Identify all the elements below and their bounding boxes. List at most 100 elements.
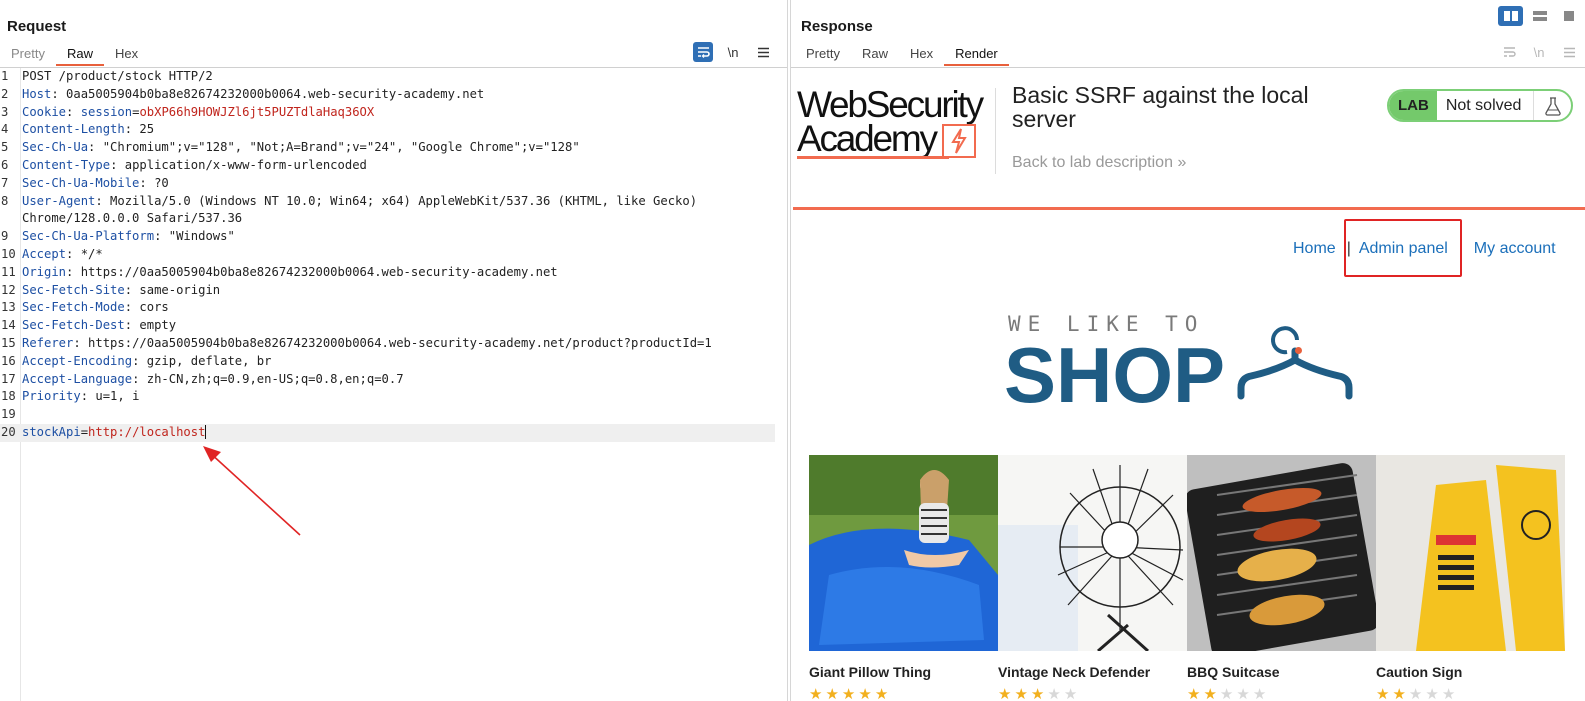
menu-icon[interactable] (753, 42, 773, 62)
header-value: : Mozilla/5.0 (Windows NT 10.0; Win64; x… (95, 193, 698, 208)
raw-request-editor[interactable]: 1 POST /product/stock HTTP/2 2 Host: 0aa500… (0, 68, 787, 701)
product-image-bbq[interactable] (1187, 455, 1376, 651)
back-to-lab-link[interactable]: Back to lab description » (1012, 154, 1186, 172)
request-line[interactable]: 16 Accept-Encoding: gzip, deflate, br (0, 353, 787, 371)
hanger-dot (1295, 347, 1302, 354)
nav-my-account-link[interactable]: My account (1474, 240, 1556, 258)
header-value: : ?0 (139, 175, 169, 190)
header-value: : */* (66, 246, 103, 261)
annotation-highlight-box (1344, 219, 1462, 277)
lab-title: Basic SSRF against the local server (1012, 82, 1309, 132)
hanger-icon (1237, 326, 1353, 400)
header-value: : 0aa5005904b0ba8e82674232000b0064.web-s… (51, 86, 485, 101)
star-icon: ★ (1187, 686, 1201, 701)
header-value: : empty (124, 318, 177, 333)
star-icon: ★ (1441, 686, 1456, 701)
star-icon: ★ (1376, 686, 1390, 701)
header-name: Content-Type (22, 157, 111, 172)
split-vertical-icon[interactable] (1527, 6, 1552, 26)
request-panel: Request Pretty Raw Hex \n 1 POST /product… (0, 0, 788, 701)
header-name: Accept (22, 246, 67, 261)
flask-icon (1534, 96, 1571, 116)
star-icon: ★ (1425, 686, 1439, 701)
star-icon: ★ (1063, 686, 1078, 701)
request-line[interactable]: 3 Cookie: session=obXP66h9HOWJZl6jt5PUZTd… (0, 104, 787, 122)
cookie-name: session (80, 104, 133, 119)
lab-badge: LAB (1389, 91, 1437, 120)
request-line[interactable]: 1 POST /product/stock HTTP/2 (0, 68, 787, 86)
newline-toggle[interactable]: \n (1529, 42, 1549, 62)
tab-render[interactable]: Render (944, 44, 1009, 66)
star-icon: ★ (1047, 686, 1061, 701)
newline-toggle[interactable]: \n (723, 42, 743, 62)
request-line[interactable]: 6 Content-Type: application/x-www-form-ur… (0, 157, 787, 175)
cookie-value: obXP66h9HOWJZl6jt5PUZTdlaHaq36OX (139, 104, 375, 119)
tab-hex[interactable]: Hex (104, 44, 149, 66)
request-line[interactable]: 2 Host: 0aa5005904b0ba8e82674232000b0064.… (0, 86, 787, 104)
request-line[interactable]: 18 Priority: u=1, i (0, 388, 787, 406)
star-icon: ★ (1219, 686, 1234, 701)
product-image-neck-defender[interactable] (998, 455, 1187, 651)
header-value: : cors (124, 300, 169, 315)
request-line[interactable]: 7 Sec-Ch-Ua-Mobile: ?0 (0, 175, 787, 193)
product-name[interactable]: Vintage Neck Defender (998, 664, 1150, 680)
header-name: Referer (22, 335, 74, 350)
annotation-arrow (203, 446, 301, 536)
header-name: User-Agent (22, 193, 96, 208)
request-line[interactable]: 15 Referer: https://0aa5005904b0ba8e82674… (0, 335, 787, 353)
request-line[interactable]: Chrome/128.0.0.0 Safari/537.36 (0, 210, 787, 228)
rendered-response: WebSecurity Academy Basic SSRF against t… (793, 68, 1585, 701)
tab-raw[interactable]: Raw (851, 44, 899, 66)
word-wrap-icon[interactable] (1499, 42, 1519, 62)
product-name[interactable]: BBQ Suitcase (1187, 664, 1280, 680)
header-value: : "Chromium";v="128", "Not;A=Brand";v="2… (88, 140, 580, 155)
request-line[interactable]: 4 Content-Length: 25 (0, 121, 787, 139)
star-icon: ★ (1236, 686, 1250, 701)
product-rating: ★ ★ ★ ★ ★ (1187, 685, 1266, 701)
product-image-caution-sign[interactable] (1376, 455, 1565, 651)
lab-status-widget: LAB Not solved (1387, 89, 1573, 122)
header-value: : u=1, i (80, 389, 140, 404)
request-line[interactable]: 19 (0, 406, 787, 424)
tab-hex[interactable]: Hex (899, 44, 944, 66)
header-value: : https://0aa5005904b0ba8e82674232000b00… (73, 335, 712, 350)
request-body-line[interactable]: 20 stockApi=http://localhost (0, 423, 775, 442)
request-line[interactable]: 8 User-Agent: Mozilla/5.0 (Windows NT 10.… (0, 193, 787, 211)
product-image-pillow[interactable] (809, 455, 998, 651)
star-icon: ★ (858, 686, 872, 701)
header-name: Cookie (22, 104, 67, 119)
product-rating: ★ ★ ★ ★ ★ (998, 685, 1077, 701)
header-name: Accept-Language (22, 371, 133, 386)
menu-icon[interactable] (1559, 42, 1579, 62)
tab-pretty[interactable]: Pretty (0, 44, 56, 66)
header-value: : same-origin (124, 282, 221, 297)
tab-pretty[interactable]: Pretty (795, 44, 851, 66)
product-name[interactable]: Caution Sign (1376, 664, 1462, 680)
header-name: Sec-Fetch-Mode (22, 300, 125, 315)
web-security-academy-logo: WebSecurity Academy (797, 84, 984, 159)
request-line[interactable]: 12 Sec-Fetch-Site: same-origin (0, 282, 787, 300)
header-value: Chrome/128.0.0.0 Safari/537.36 (22, 211, 243, 226)
request-line[interactable]: 13 Sec-Fetch-Mode: cors (0, 299, 787, 317)
header-value: : gzip, deflate, br (132, 353, 272, 368)
star-icon: ★ (1252, 686, 1267, 701)
product-rating: ★ ★ ★ ★ ★ (809, 685, 888, 701)
request-line[interactable]: 14 Sec-Fetch-Dest: empty (0, 317, 787, 335)
request-line[interactable]: 5 Sec-Ch-Ua: "Chromium";v="128", "Not;A=B… (0, 139, 787, 157)
request-line[interactable]: 17 Accept-Language: zh-CN,zh;q=0.9,en-US;… (0, 371, 787, 389)
word-wrap-icon[interactable] (693, 42, 713, 62)
response-tabs: Pretty Raw Hex Render (795, 44, 1009, 66)
header-value: : (66, 104, 81, 119)
header-value: : application/x-www-form-urlencoded (110, 157, 367, 172)
header-value: : https://0aa5005904b0ba8e82674232000b00… (66, 264, 558, 279)
request-line[interactable]: 9 Sec-Ch-Ua-Platform: "Windows" (0, 228, 787, 246)
request-line[interactable]: 11 Origin: https://0aa5005904b0ba8e826742… (0, 264, 787, 282)
request-line[interactable]: 10 Accept: */* (0, 246, 787, 264)
single-pane-icon[interactable] (1556, 6, 1581, 26)
double-chevron-icon: » (1177, 154, 1187, 171)
nav-home-link[interactable]: Home (1293, 240, 1336, 258)
product-name[interactable]: Giant Pillow Thing (809, 664, 931, 680)
split-horizontal-icon[interactable] (1498, 6, 1523, 26)
tab-raw[interactable]: Raw (55, 44, 104, 66)
header-name: Content-Length (22, 122, 125, 137)
